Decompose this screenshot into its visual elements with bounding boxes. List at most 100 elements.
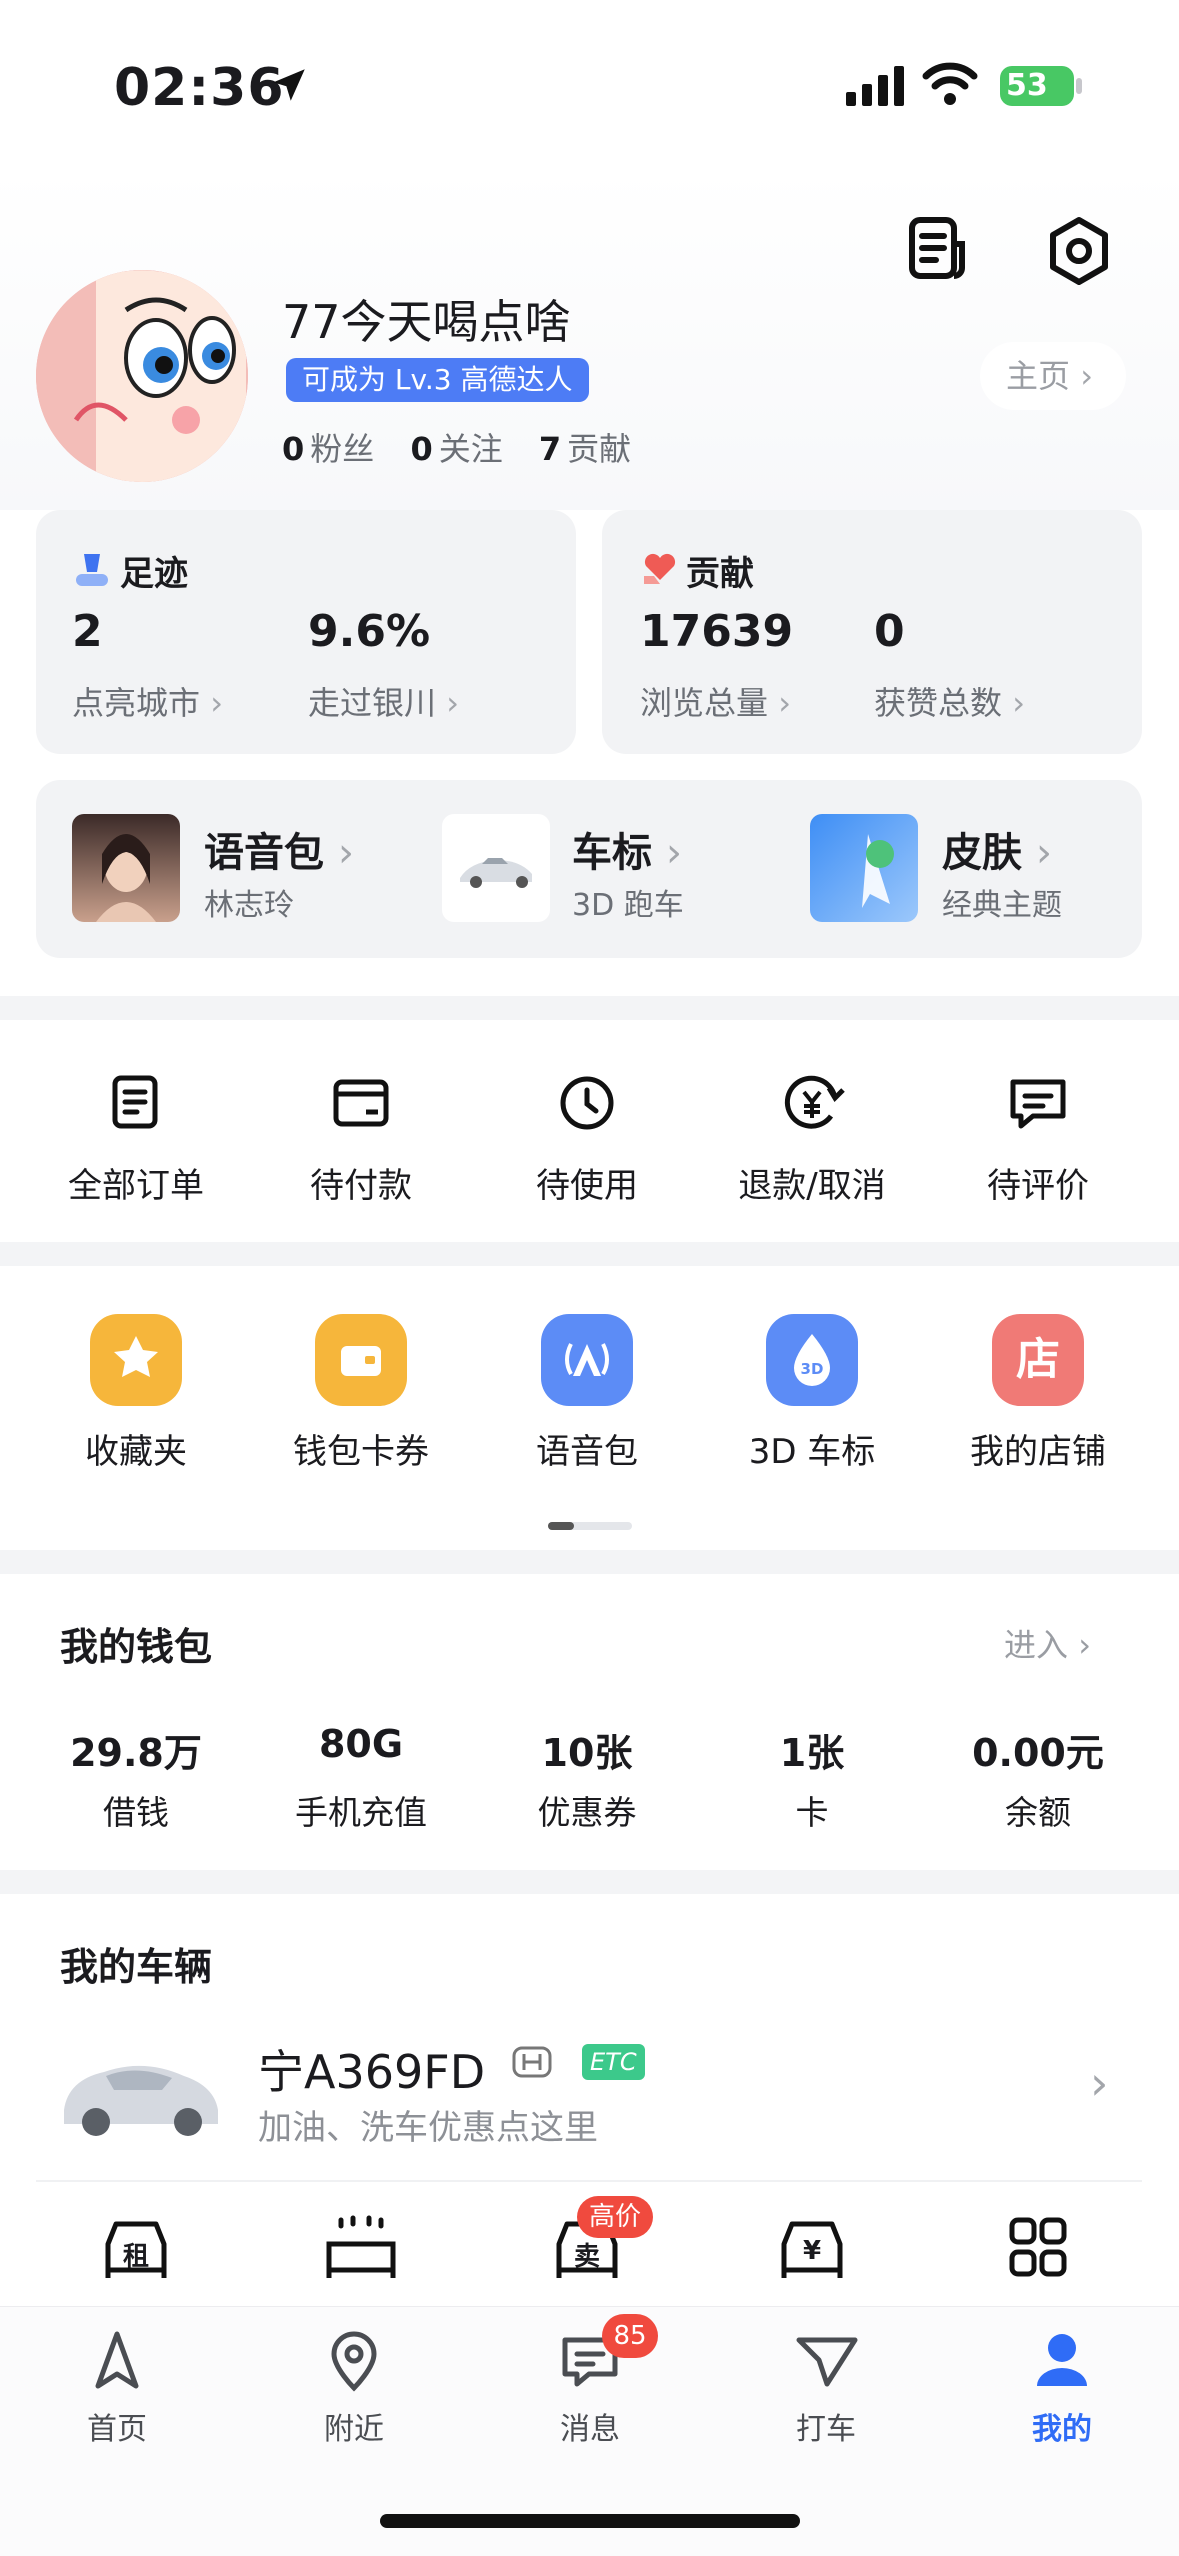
wallet-label[interactable]: 借钱 [26,1786,246,1834]
page-indicator-active [548,1522,574,1530]
chevron-right-icon: › [665,830,682,876]
tab-nearby[interactable]: 附近 [254,2404,454,2448]
clock-icon[interactable] [552,1068,622,1138]
chevron-right-icon: › [1078,1626,1091,1664]
tab-mine[interactable]: 我的 [962,2404,1162,2448]
footprint-title: 足迹 [120,554,188,594]
battery-tip [1076,78,1082,94]
order-item-label[interactable]: 退款/取消 [702,1158,922,1207]
tab-home[interactable]: 首页 [17,2404,217,2448]
follow-label: 关注 [438,430,503,468]
wallet-label[interactable]: 优惠券 [477,1786,697,1834]
contribution-title: 贡献 [686,554,754,594]
settings-gear-icon[interactable] [1044,216,1114,286]
wallet-label[interactable]: 卡 [702,1786,922,1834]
order-item-label[interactable]: 待使用 [477,1158,697,1207]
shop-glyph: 店 [1016,1334,1060,1385]
car-icon-thumbnail[interactable] [442,814,550,922]
location-arrow-icon [273,69,305,101]
comment-icon[interactable] [1003,1068,1073,1138]
fans-stat[interactable]: 0 粉丝 [282,430,374,468]
wallet-card-icon[interactable] [326,1068,396,1138]
homepage-button[interactable]: 主页 › [980,342,1126,410]
chevron-right-icon: › [778,684,791,722]
feature-voice-pack[interactable]: 语音包 › [204,820,354,878]
level-badge[interactable]: 可成为 Lv.3 高德达人 [286,358,589,402]
voice-pack-thumbnail[interactable] [72,814,180,922]
likes-label[interactable]: 获赞总数 › [874,678,1025,724]
skin-thumbnail[interactable] [810,814,918,922]
tab-taxi[interactable]: 打车 [726,2404,926,2448]
chevron-right-icon: › [337,830,354,876]
contrib-count: 7 [538,430,562,468]
wallet-value[interactable]: 80G [251,1722,471,1766]
wallet-label[interactable]: 余额 [928,1786,1148,1834]
wallet-icon[interactable] [315,1314,407,1406]
vehicle-title: 我的车辆 [60,1945,213,1989]
tool-item-label[interactable]: 语音包 [477,1424,697,1473]
wallet-value[interactable]: 10张 [477,1722,697,1777]
honda-logo-icon [512,2046,552,2078]
feature-voice-pack-sub: 林志玲 [204,888,294,923]
voice-icon[interactable] [541,1314,633,1406]
yuan-refund-icon[interactable] [777,1068,847,1138]
tab-taxi-icon[interactable] [791,2326,861,2396]
cities-value: 2 [72,606,103,657]
tool-item-label[interactable]: 收藏夹 [26,1424,246,1473]
order-item-label[interactable]: 全部订单 [26,1158,246,1207]
tool-item-label[interactable]: 我的店铺 [928,1424,1148,1473]
fans-label: 粉丝 [310,430,375,468]
tab-nearby-icon[interactable] [319,2326,389,2396]
cities-label[interactable]: 点亮城市 › [72,678,223,724]
vehicle-promo[interactable]: 加油、洗车优惠点这里 [258,2100,598,2149]
views-label[interactable]: 浏览总量 › [640,678,791,724]
car-finance-icon[interactable]: ¥ [772,2214,852,2284]
wallet-enter-button[interactable]: 进入 › [1004,1620,1091,1666]
likes-value: 0 [874,606,905,657]
views-value: 17639 [640,606,794,657]
explored-value: 9.6% [308,606,431,657]
wifi-icon [922,62,978,105]
status-time: 02:36 [114,58,285,118]
contrib-stat[interactable]: 7 贡献 [539,430,631,468]
wallet-label[interactable]: 手机充值 [251,1786,471,1834]
fans-count: 0 [282,430,305,468]
map-skin-icon [862,834,894,908]
heart-hands-icon [644,553,676,584]
orders-doc-icon[interactable] [902,214,972,284]
explored-label[interactable]: 走过银川 › [308,678,459,724]
tab-mine-icon[interactable] [1027,2326,1097,2396]
tool-item-label[interactable]: 3D 车标 [702,1424,922,1473]
list-doc-icon[interactable] [101,1068,171,1138]
car-wash-icon[interactable] [321,2214,401,2284]
vehicle-plate[interactable]: 宁A369FD [258,2036,485,2102]
star-icon[interactable] [90,1314,182,1406]
feature-car-icon[interactable]: 车标 › [572,820,682,878]
service-glyph: 卖 [573,2242,600,2272]
grid-more-icon[interactable] [998,2214,1078,2284]
tab-home-icon[interactable] [82,2326,152,2396]
tools-section [0,1266,1179,1550]
tab-messages[interactable]: 消息 [490,2404,690,2448]
3d-drop-icon[interactable]: 3D [766,1314,858,1406]
wallet-value[interactable]: 0.00元 [928,1722,1148,1777]
wallet-value[interactable]: 29.8万 [26,1722,246,1777]
chevron-right-icon[interactable]: › [1090,2056,1108,2110]
shop-icon[interactable]: 店 [992,1314,1084,1406]
order-item-label[interactable]: 待付款 [251,1158,471,1207]
chevron-right-icon: › [1012,684,1025,722]
avatar[interactable] [36,270,248,482]
username[interactable]: 77今天喝点啥 [282,286,571,352]
homepage-label: 主页 [1006,357,1071,395]
svg-text:3D: 3D [801,1360,824,1378]
tool-item-label[interactable]: 钱包卡券 [251,1424,471,1473]
wallet-value[interactable]: 1张 [702,1722,922,1777]
service-glyph: ¥ [802,2236,822,2266]
wallet-title: 我的钱包 [60,1625,213,1669]
car-image-icon[interactable] [56,2040,226,2140]
feature-skin[interactable]: 皮肤 › [942,820,1052,878]
sports-car-icon [460,858,532,888]
order-item-label[interactable]: 待评价 [928,1158,1148,1207]
rent-car-icon[interactable]: 租 [96,2214,176,2284]
follow-stat[interactable]: 0 关注 [410,430,502,468]
